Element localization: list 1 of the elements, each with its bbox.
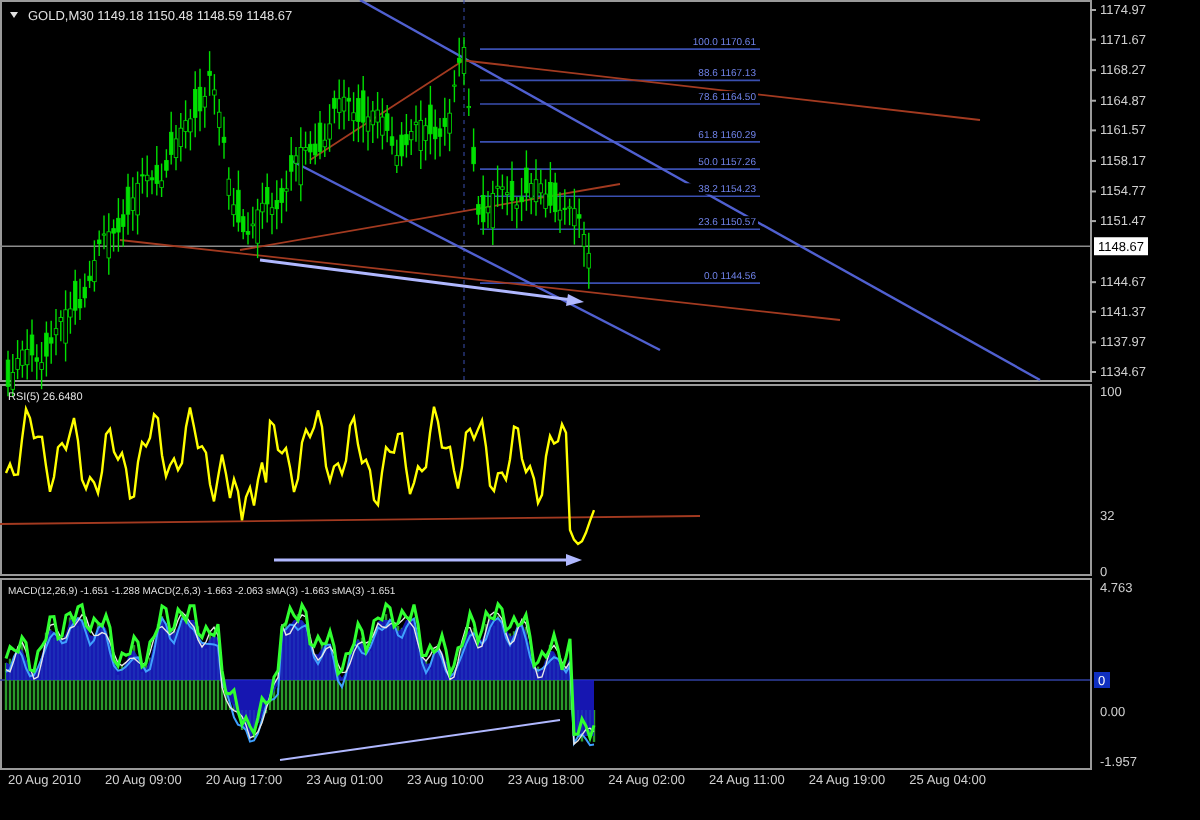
dropdown-icon[interactable] — [10, 12, 18, 18]
